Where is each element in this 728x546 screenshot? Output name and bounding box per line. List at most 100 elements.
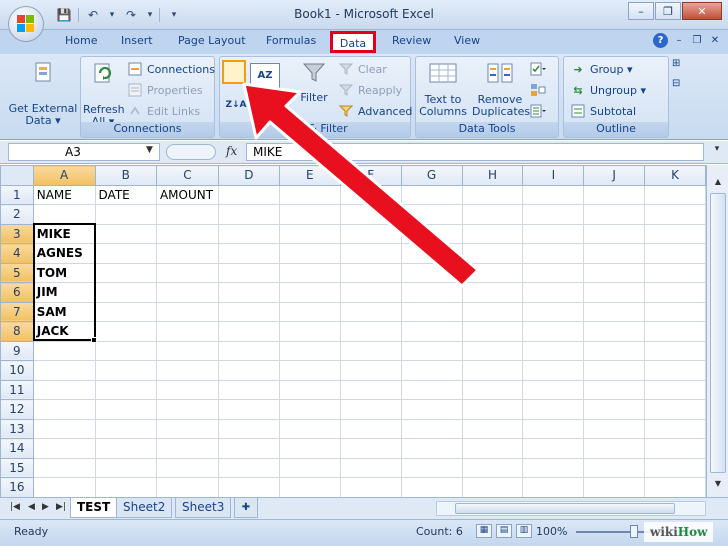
cell-g12[interactable]: [400, 399, 463, 420]
cell-a7[interactable]: SAM: [32, 301, 96, 322]
row-header-3[interactable]: 3: [0, 223, 34, 244]
page-layout-view-icon[interactable]: ▤: [496, 524, 512, 538]
cell-g8[interactable]: [400, 321, 463, 342]
cell-g6[interactable]: [400, 282, 463, 303]
cell-h3[interactable]: [461, 223, 524, 244]
cell-g15[interactable]: [400, 457, 463, 478]
tab-review[interactable]: Review: [392, 34, 431, 47]
cell-g5[interactable]: [400, 262, 463, 283]
cell-j1[interactable]: [583, 184, 646, 205]
cell-f6[interactable]: [339, 282, 402, 303]
formula-input[interactable]: MIKE: [246, 143, 704, 161]
row-header-4[interactable]: 4: [0, 243, 34, 264]
cell-d4[interactable]: [217, 243, 280, 264]
cell-e5[interactable]: [278, 262, 341, 283]
cell-k11[interactable]: [644, 379, 706, 400]
cell-g14[interactable]: [400, 438, 463, 459]
cell-c4[interactable]: [155, 243, 219, 264]
cell-f10[interactable]: [339, 360, 402, 381]
cell-b15[interactable]: [94, 457, 157, 478]
row-header-5[interactable]: 5: [0, 262, 34, 283]
cell-a4[interactable]: AGNES: [32, 243, 96, 264]
cell-i3[interactable]: [522, 223, 585, 244]
cell-b5[interactable]: [94, 262, 157, 283]
cell-h8[interactable]: [461, 321, 524, 342]
cell-e15[interactable]: [278, 457, 341, 478]
cell-e9[interactable]: [278, 340, 341, 361]
cell-d13[interactable]: [217, 418, 280, 439]
cell-a3[interactable]: MIKE: [32, 223, 96, 244]
cell-k1[interactable]: [644, 184, 706, 205]
cell-e1[interactable]: [278, 184, 341, 205]
office-button[interactable]: [8, 6, 44, 42]
column-header-c[interactable]: C: [155, 165, 219, 186]
connections-button[interactable]: Connections: [127, 61, 215, 77]
cell-f4[interactable]: [339, 243, 402, 264]
row-header-8[interactable]: 8: [0, 321, 34, 342]
cell-g9[interactable]: [400, 340, 463, 361]
cell-i14[interactable]: [522, 438, 585, 459]
refresh-all-button[interactable]: Refresh All ▾: [83, 61, 125, 128]
cell-k13[interactable]: [644, 418, 706, 439]
cell-f11[interactable]: [339, 379, 402, 400]
text-to-columns-button[interactable]: Text to Columns: [418, 61, 468, 118]
cell-b13[interactable]: [94, 418, 157, 439]
cell-f5[interactable]: [339, 262, 402, 283]
cell-e13[interactable]: [278, 418, 341, 439]
cell-a12[interactable]: [32, 399, 96, 420]
tab-formulas[interactable]: Formulas: [266, 34, 316, 47]
cell-e12[interactable]: [278, 399, 341, 420]
zoom-level[interactable]: 100%: [536, 525, 567, 538]
cell-h10[interactable]: [461, 360, 524, 381]
get-external-data-button[interactable]: Get External Data ▾: [8, 60, 78, 127]
cell-i4[interactable]: [522, 243, 585, 264]
cell-c3[interactable]: [155, 223, 219, 244]
cell-k14[interactable]: [644, 438, 706, 459]
cell-i1[interactable]: [522, 184, 585, 205]
cell-e7[interactable]: [278, 301, 341, 322]
cell-k7[interactable]: [644, 301, 706, 322]
cell-k9[interactable]: [644, 340, 706, 361]
cell-i12[interactable]: [522, 399, 585, 420]
row-header-16[interactable]: 16: [0, 477, 34, 497]
cell-i7[interactable]: [522, 301, 585, 322]
cell-d6[interactable]: [217, 282, 280, 303]
expand-formula-bar-icon[interactable]: ▾: [710, 144, 724, 160]
cell-c12[interactable]: [155, 399, 219, 420]
formula-bar-splitter[interactable]: [166, 144, 216, 160]
ribbon-restore-icon[interactable]: ❐: [690, 35, 704, 46]
cell-k2[interactable]: [644, 204, 706, 225]
cell-d5[interactable]: [217, 262, 280, 283]
first-sheet-icon[interactable]: |◀: [10, 502, 20, 512]
cell-e11[interactable]: [278, 379, 341, 400]
column-header-b[interactable]: B: [94, 165, 157, 186]
help-icon[interactable]: ?: [653, 33, 668, 48]
cell-d15[interactable]: [217, 457, 280, 478]
ribbon-close-icon[interactable]: ✕: [708, 35, 722, 46]
cell-a13[interactable]: [32, 418, 96, 439]
cell-e16[interactable]: [278, 477, 341, 497]
cell-j6[interactable]: [583, 282, 646, 303]
cell-h5[interactable]: [461, 262, 524, 283]
cell-c1[interactable]: AMOUNT: [155, 184, 219, 205]
cell-e2[interactable]: [278, 204, 341, 225]
group-button[interactable]: ➜ Group ▾: [570, 61, 632, 77]
cell-a8[interactable]: JACK: [32, 321, 96, 342]
cell-f7[interactable]: [339, 301, 402, 322]
cell-d10[interactable]: [217, 360, 280, 381]
row-header-1[interactable]: 1: [0, 184, 34, 205]
cell-a16[interactable]: [32, 477, 96, 497]
cell-d12[interactable]: [217, 399, 280, 420]
cell-c11[interactable]: [155, 379, 219, 400]
cell-b12[interactable]: [94, 399, 157, 420]
row-header-13[interactable]: 13: [0, 418, 34, 439]
cell-i15[interactable]: [522, 457, 585, 478]
cell-f3[interactable]: [339, 223, 402, 244]
next-sheet-icon[interactable]: ▶: [42, 502, 49, 512]
cell-k10[interactable]: [644, 360, 706, 381]
vertical-scrollbar[interactable]: ▲ ▼: [706, 165, 728, 497]
cell-g1[interactable]: [400, 184, 463, 205]
cell-b8[interactable]: [94, 321, 157, 342]
column-header-f[interactable]: F: [339, 165, 402, 186]
cell-a10[interactable]: [32, 360, 96, 381]
